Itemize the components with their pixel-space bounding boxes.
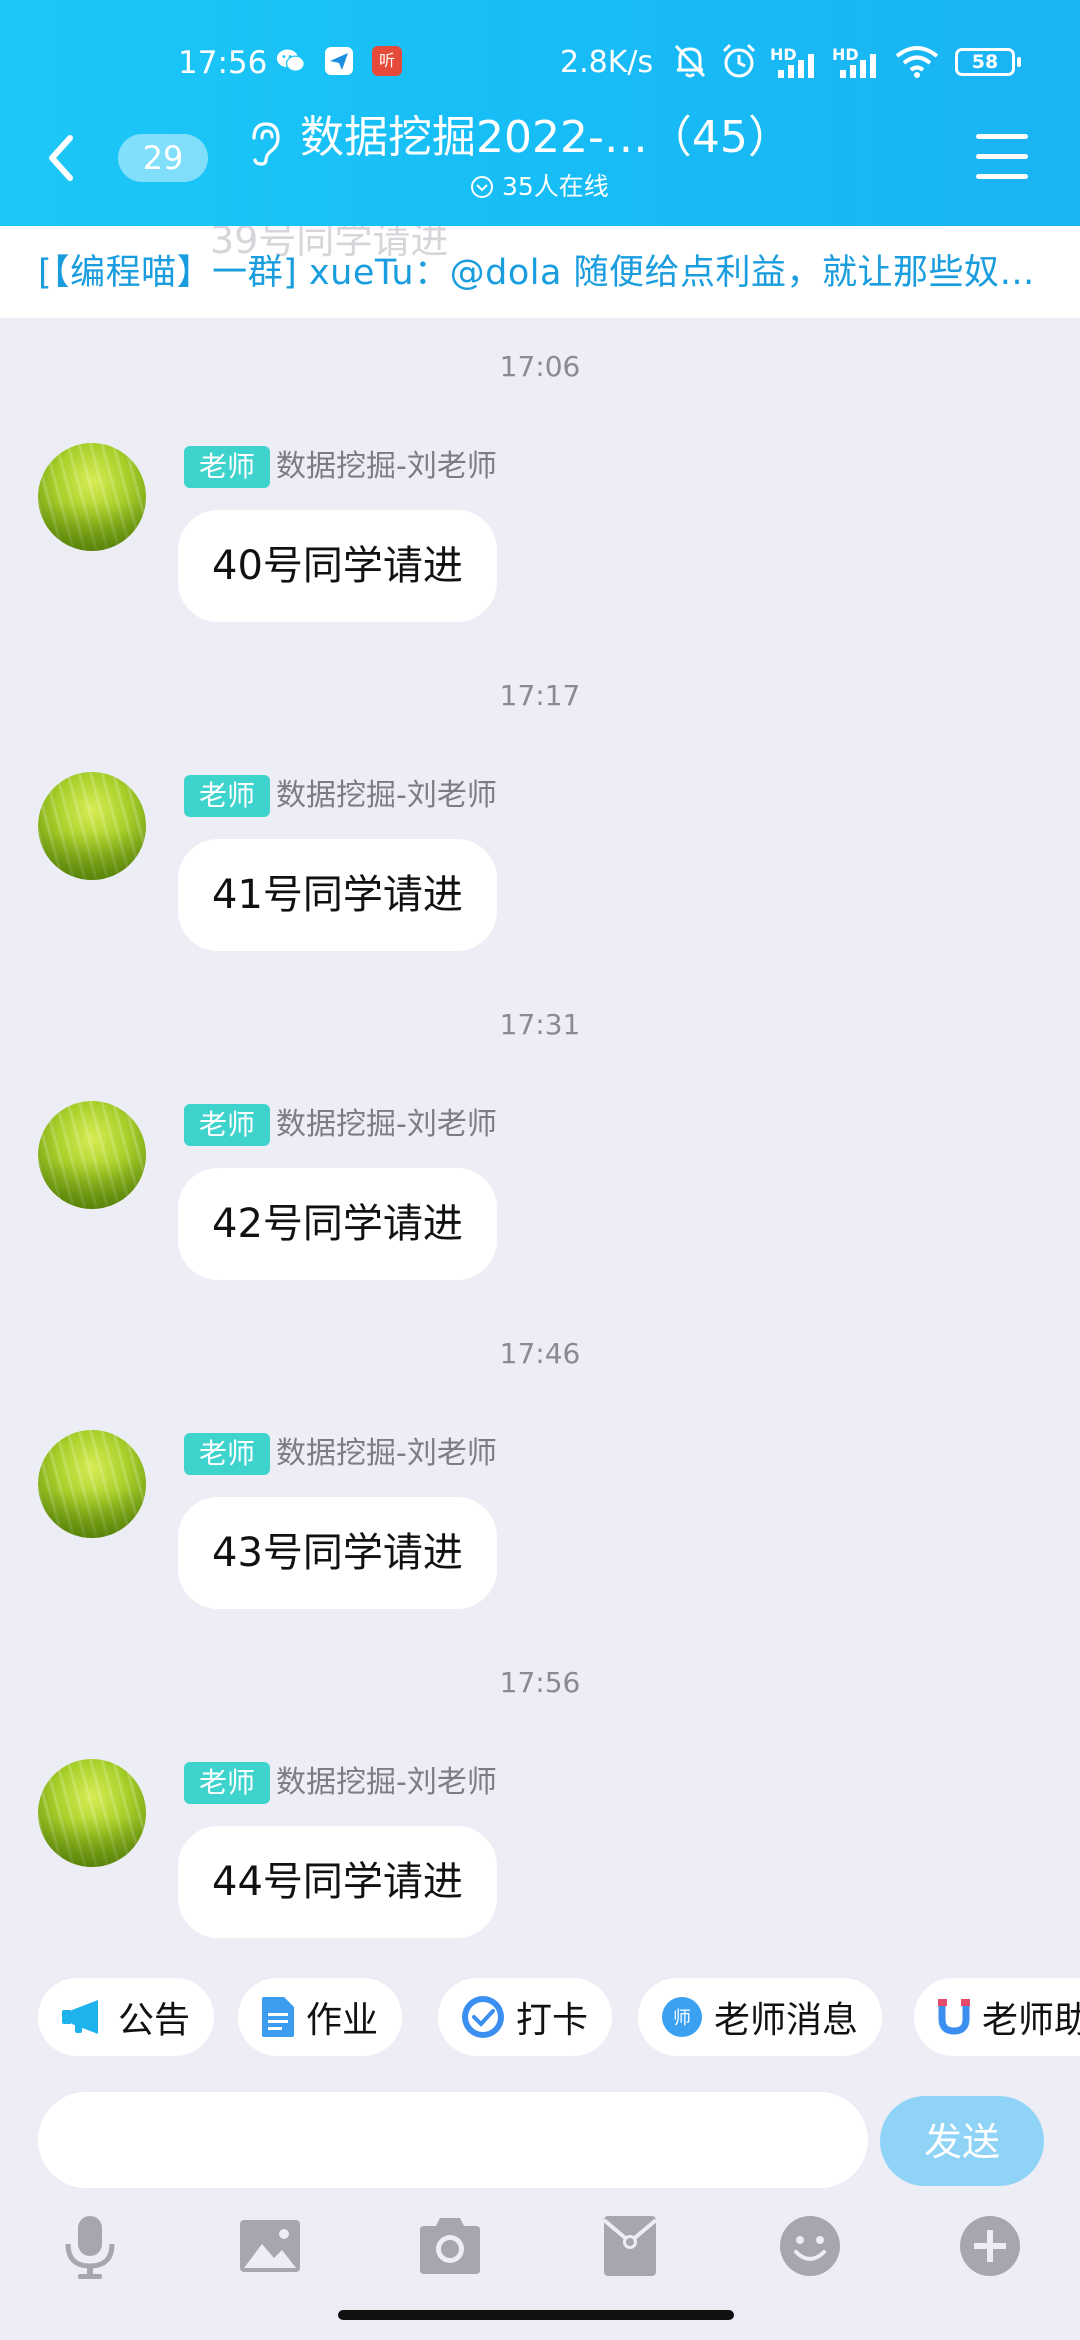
ear-icon[interactable] — [244, 120, 284, 166]
teacher-messages-button[interactable]: 师 老师消息 — [638, 1978, 883, 2056]
role-tag: 老师 — [184, 1762, 270, 1804]
wifi-icon — [895, 46, 939, 78]
role-tag: 老师 — [184, 1433, 270, 1475]
send-plane-icon — [325, 47, 353, 75]
alarm-icon — [722, 43, 756, 78]
camera-icon[interactable] — [414, 2210, 486, 2282]
teacher-messages-label: 老师消息 — [714, 2000, 859, 2041]
ticker-text: [【编程喵】一群] xueTu：@dola 随便给点利益，就让那些奴… — [38, 253, 1036, 293]
message-bubble[interactable]: 44号同学请进 — [178, 1826, 497, 1938]
network-speed: 2.8K/s — [560, 45, 654, 80]
battery-indicator: 58 — [955, 48, 1021, 76]
message-bubble[interactable]: 42号同学请进 — [178, 1168, 497, 1280]
online-status[interactable]: 35人在线 — [470, 172, 609, 202]
home-indicator[interactable] — [338, 2310, 734, 2320]
check-circle-icon — [460, 1994, 506, 2040]
plus-icon[interactable] — [954, 2210, 1026, 2282]
message-bubble[interactable]: 40号同学请进 — [178, 510, 497, 622]
avatar[interactable] — [38, 1430, 146, 1538]
avatar[interactable] — [38, 443, 146, 551]
message-input[interactable] — [38, 2092, 868, 2188]
teacher-icon: 师 — [660, 1995, 704, 2039]
group-message-ticker[interactable]: 39号同学请进 [【编程喵】一群] xueTu：@dola 随便给点利益，就让那… — [0, 226, 1080, 318]
message-timestamp: 17:17 — [499, 679, 581, 712]
message-timestamp: 17:06 — [499, 350, 581, 383]
message-timestamp: 17:31 — [499, 1008, 581, 1041]
checkin-button[interactable]: 打卡 — [438, 1978, 613, 2056]
checkin-label: 打卡 — [516, 2000, 589, 2041]
back-button[interactable] — [40, 130, 88, 186]
svg-text:师: 师 — [673, 2008, 691, 2029]
role-tag: 老师 — [184, 775, 270, 817]
avatar[interactable] — [38, 1759, 146, 1867]
magnet-icon — [936, 1997, 972, 2037]
sender-name: 数据挖掘-刘老师 — [276, 1436, 497, 1471]
send-button[interactable]: 发送 — [880, 2096, 1044, 2186]
bell-off-icon — [674, 44, 706, 78]
sender-name: 数据挖掘-刘老师 — [276, 778, 497, 813]
emoji-icon[interactable] — [774, 2210, 846, 2282]
role-tag: 老师 — [184, 1104, 270, 1146]
menu-button[interactable] — [976, 132, 1028, 180]
red-packet-icon[interactable] — [594, 2210, 666, 2282]
megaphone-icon — [60, 1997, 108, 2037]
sender-name: 数据挖掘-刘老师 — [276, 449, 497, 484]
chat-title[interactable]: 数据挖掘2022-…（45） — [300, 110, 792, 166]
teacher-assistant-label: 老师助 — [982, 2000, 1080, 2041]
announcement-label: 公告 — [118, 2000, 191, 2041]
menu-line — [976, 154, 1028, 159]
signal-icon-2 — [840, 54, 876, 78]
status-time: 17:56 — [178, 45, 268, 81]
message-timestamp: 17:56 — [499, 1666, 581, 1699]
avatar[interactable] — [38, 772, 146, 880]
mic-icon[interactable] — [54, 2210, 126, 2282]
sender-name: 数据挖掘-刘老师 — [276, 1765, 497, 1800]
homework-button[interactable]: 作业 — [238, 1978, 403, 2056]
message-bubble[interactable]: 43号同学请进 — [178, 1497, 497, 1609]
menu-line — [976, 134, 1028, 139]
signal-icon — [778, 54, 814, 78]
avatar[interactable] — [38, 1101, 146, 1209]
document-icon — [260, 1995, 296, 2039]
announcement-button[interactable]: 公告 — [38, 1978, 215, 2056]
homework-label: 作业 — [306, 2000, 379, 2041]
teacher-assistant-button[interactable]: 老师助 — [914, 1978, 1080, 2056]
image-icon[interactable] — [234, 2210, 306, 2282]
sender-name: 数据挖掘-刘老师 — [276, 1107, 497, 1142]
role-tag: 老师 — [184, 446, 270, 488]
message-bubble[interactable]: 41号同学请进 — [178, 839, 497, 951]
wechat-icon — [276, 49, 305, 72]
message-timestamp: 17:46 — [499, 1337, 581, 1370]
chevron-down-circle-icon — [471, 176, 493, 198]
menu-line — [976, 174, 1028, 179]
news-app-icon: 听 — [372, 46, 402, 76]
unread-count-badge[interactable]: 29 — [118, 134, 208, 182]
chat-header: 17:56 听 2.8K/s HD HD 58 29 数据挖掘2022-…（45… — [0, 0, 1080, 226]
online-count: 35人在线 — [502, 172, 609, 201]
